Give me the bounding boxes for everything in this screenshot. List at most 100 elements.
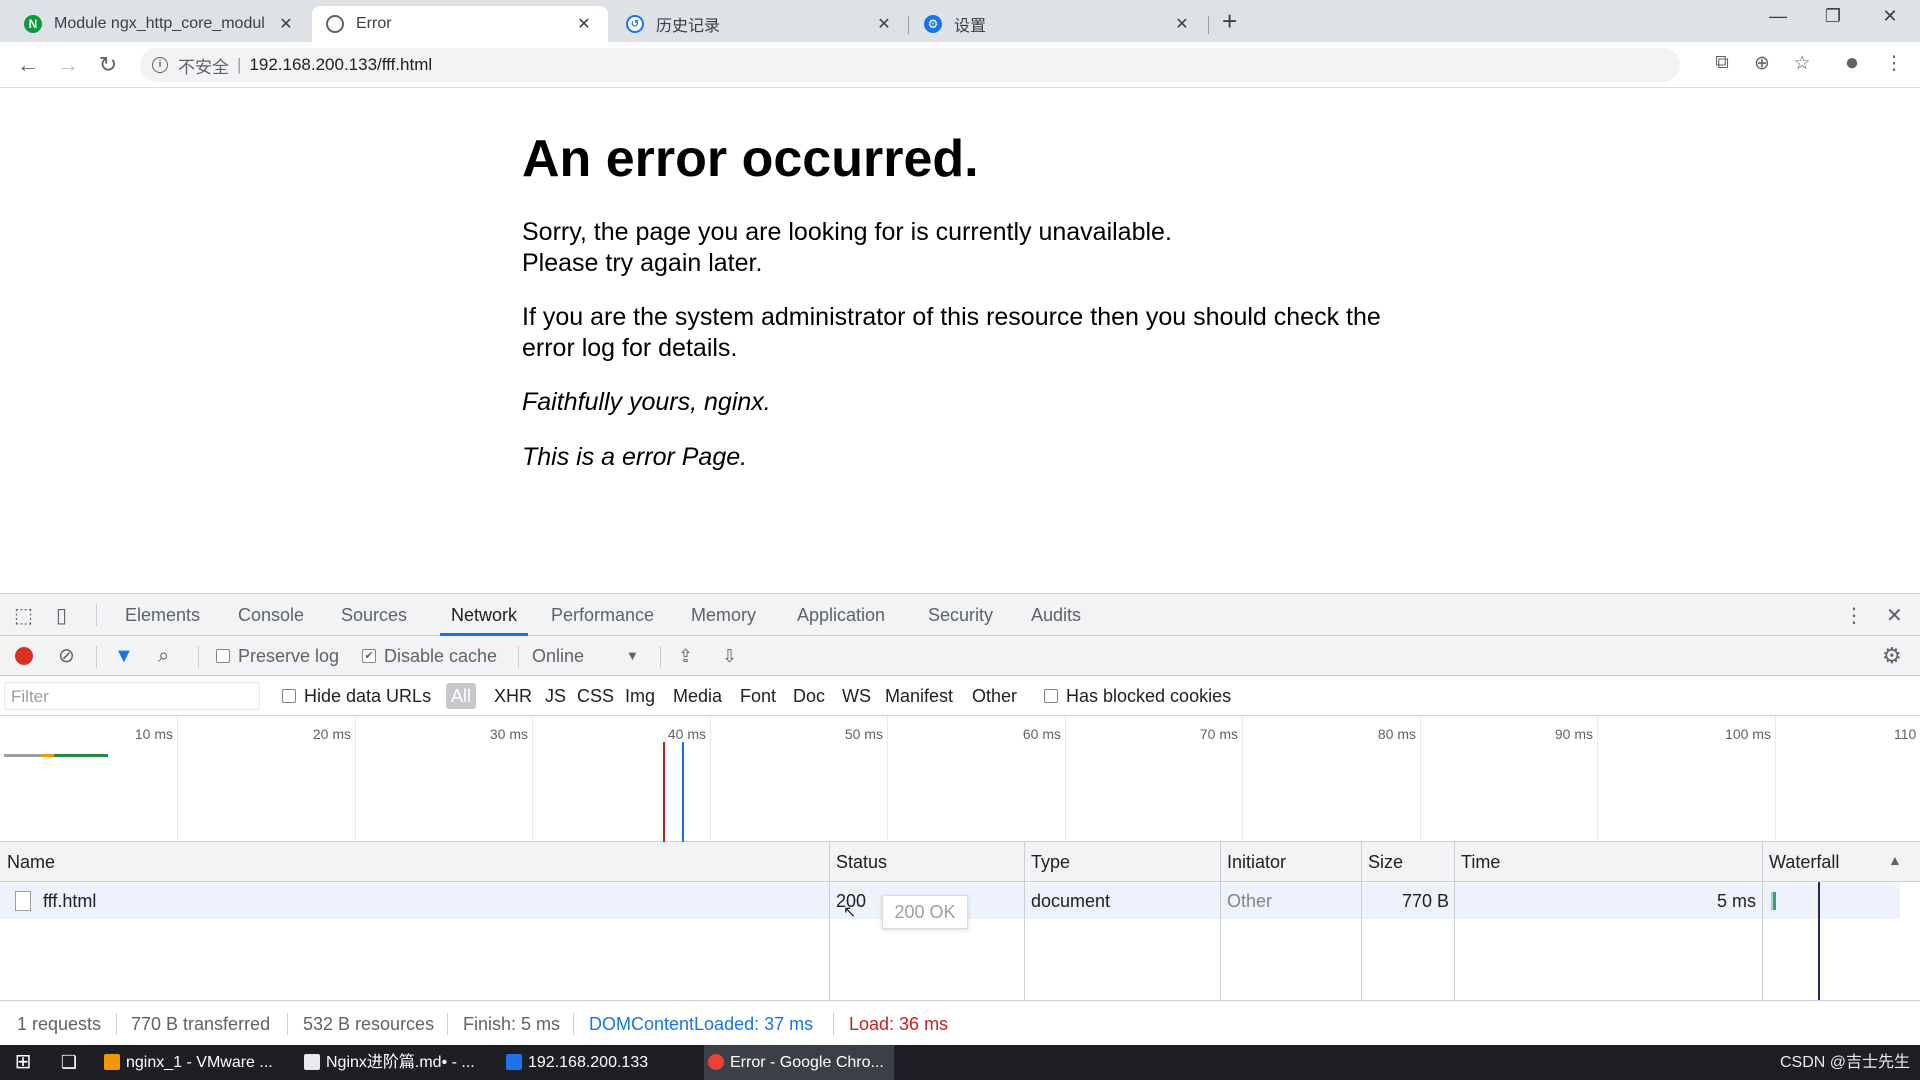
preserve-log-checkbox[interactable]: Preserve log [216,636,339,676]
tab-history[interactable]: ↺ 历史记录 ✕ [612,6,908,42]
devtools-close-icon[interactable]: ✕ [1886,603,1903,628]
filter-type-css[interactable]: CSS [577,676,614,716]
filter-type-xhr[interactable]: XHR [494,676,532,716]
waterfall-event-line [1818,882,1820,1000]
close-icon[interactable]: ✕ [574,14,594,34]
taskbar-item-remote[interactable]: 192.168.200.133 [502,1045,692,1080]
error-message-line-2: Please try again later. [522,249,763,277]
clear-icon[interactable]: ⊘ [58,636,75,676]
record-button[interactable] [15,636,33,676]
menu-kebab-icon[interactable]: ⋮ [1880,52,1908,75]
window-close-icon[interactable]: ✕ [1870,6,1910,27]
close-icon[interactable]: ✕ [276,14,296,34]
filter-type-media[interactable]: Media [673,676,722,716]
filter-funnel-icon[interactable]: ▼ [114,636,134,676]
network-overview-timeline[interactable]: 10 ms 20 ms 30 ms 40 ms 50 ms 60 ms 70 ms 80 ms… [0,716,1920,842]
zoom-icon[interactable]: ⊕ [1748,52,1776,75]
windows-start-icon[interactable]: ⊞ [6,1045,40,1080]
network-settings-gear-icon[interactable]: ⚙ [1882,636,1902,676]
timeline-tick-label: 60 ms [1022,726,1061,742]
has-blocked-cookies-checkbox[interactable]: Has blocked cookies [1044,676,1231,716]
profile-avatar-icon[interactable]: ● [1838,49,1866,77]
tab-security[interactable]: Security [925,594,996,636]
bookmark-star-icon[interactable]: ☆ [1788,52,1816,75]
column-divider [1220,842,1221,1000]
preserve-log-label: Preserve log [238,646,340,666]
taskbar-item-markdown[interactable]: Nginx进阶篇.md• - ... [300,1045,490,1080]
column-header-name[interactable]: Name [0,842,829,882]
filter-type-font[interactable]: Font [740,676,776,716]
tab-audits[interactable]: Audits [1028,594,1084,636]
disable-cache-label: Disable cache [384,646,498,666]
close-icon[interactable]: ✕ [874,14,894,34]
tab-memory[interactable]: Memory [688,594,759,636]
hide-data-urls-checkbox[interactable]: Hide data URLs [282,676,431,716]
filter-type-img[interactable]: Img [625,676,655,716]
filter-type-ws[interactable]: WS [842,676,871,716]
back-arrow-icon[interactable]: ← [14,52,42,78]
error-heading: An error occurred. [522,130,979,188]
reload-icon[interactable]: ↻ [94,52,122,78]
tab-error[interactable]: Error ✕ [312,6,608,42]
column-header-status[interactable]: Status [829,842,1024,882]
taskbar-item-chrome[interactable]: Error - Google Chro... [704,1045,894,1080]
column-header-size[interactable]: Size [1361,842,1454,882]
task-view-icon[interactable]: ❏ [52,1045,86,1080]
filter-type-manifest[interactable]: Manifest [885,676,953,716]
tab-settings[interactable]: ⚙ 设置 ✕ [910,6,1206,42]
search-icon[interactable]: ⌕ [158,636,169,676]
status-transferred: 770 B transferred [131,1014,271,1034]
filter-type-js[interactable]: JS [545,676,566,716]
restore-icon[interactable]: ❐ [1813,6,1853,27]
timeline-gridline [1420,716,1421,842]
timeline-gridline [177,716,178,842]
close-icon[interactable]: ✕ [1172,14,1192,34]
throttling-select[interactable]: Online ▼ [532,636,642,676]
tab-nginx-docs[interactable]: N Module ngx_http_core_modul ✕ [10,6,310,42]
timeline-gridline [887,716,888,842]
cell-name[interactable]: fff.html [8,883,828,919]
filter-type-doc[interactable]: Doc [793,676,825,716]
new-tab-button[interactable]: + [1222,8,1237,34]
forward-arrow-icon[interactable]: → [54,52,82,78]
address-bar[interactable]: i 不安全 | 192.168.200.133/fff.html [140,48,1680,82]
translate-icon[interactable]: ⧉ [1708,52,1736,74]
globe-icon [326,15,344,33]
tab-elements[interactable]: Elements [122,594,203,636]
tab-title: 设置 [954,18,987,35]
tab-sources[interactable]: Sources [338,594,410,636]
timeline-bar-download [54,754,108,757]
timeline-bar-waiting [4,754,42,757]
tab-application[interactable]: Application [794,594,888,636]
tab-network[interactable]: Network [440,594,529,636]
disable-cache-checkbox[interactable]: ✔ Disable cache [362,636,497,676]
column-header-initiator[interactable]: Initiator [1220,842,1361,882]
error-message-line-1: Sorry, the page you are looking for is c… [522,218,1172,246]
filter-input[interactable]: Filter [4,682,260,710]
tab-separator [1208,16,1209,34]
tab-console[interactable]: Console [235,594,307,636]
load-event-marker [663,742,665,842]
filter-type-all[interactable]: All [446,683,477,709]
device-toolbar-icon[interactable]: ▯ [56,603,67,628]
remote-desktop-icon [506,1054,522,1070]
devtools-tab-bar: ⬚ ▯ Elements Console Sources Network Per… [0,594,1920,636]
sort-ascending-icon[interactable]: ▲ [1888,852,1902,868]
signature: Faithfully yours, nginx. [522,388,771,416]
minimize-icon[interactable]: — [1758,6,1798,27]
export-har-icon[interactable]: ⇩ [722,636,737,676]
column-header-time[interactable]: Time [1454,842,1762,882]
filter-type-other[interactable]: Other [972,676,1017,716]
column-header-type[interactable]: Type [1024,842,1220,882]
taskbar-item-vmware[interactable]: nginx_1 - VMware ... [100,1045,288,1080]
devtools-menu-icon[interactable]: ⋮ [1844,603,1864,628]
admin-message-line-1: If you are the system administrator of t… [522,303,1381,331]
document-file-icon [15,891,31,911]
url-text[interactable]: 192.168.200.133/fff.html [249,55,432,75]
timeline-tick-label: 30 ms [489,726,528,742]
status-requests: 1 requests [17,1014,102,1034]
import-har-icon[interactable]: ⇪ [678,636,693,676]
tab-performance[interactable]: Performance [548,594,657,636]
inspect-element-icon[interactable]: ⬚ [14,603,33,628]
info-icon[interactable]: i [152,57,168,73]
